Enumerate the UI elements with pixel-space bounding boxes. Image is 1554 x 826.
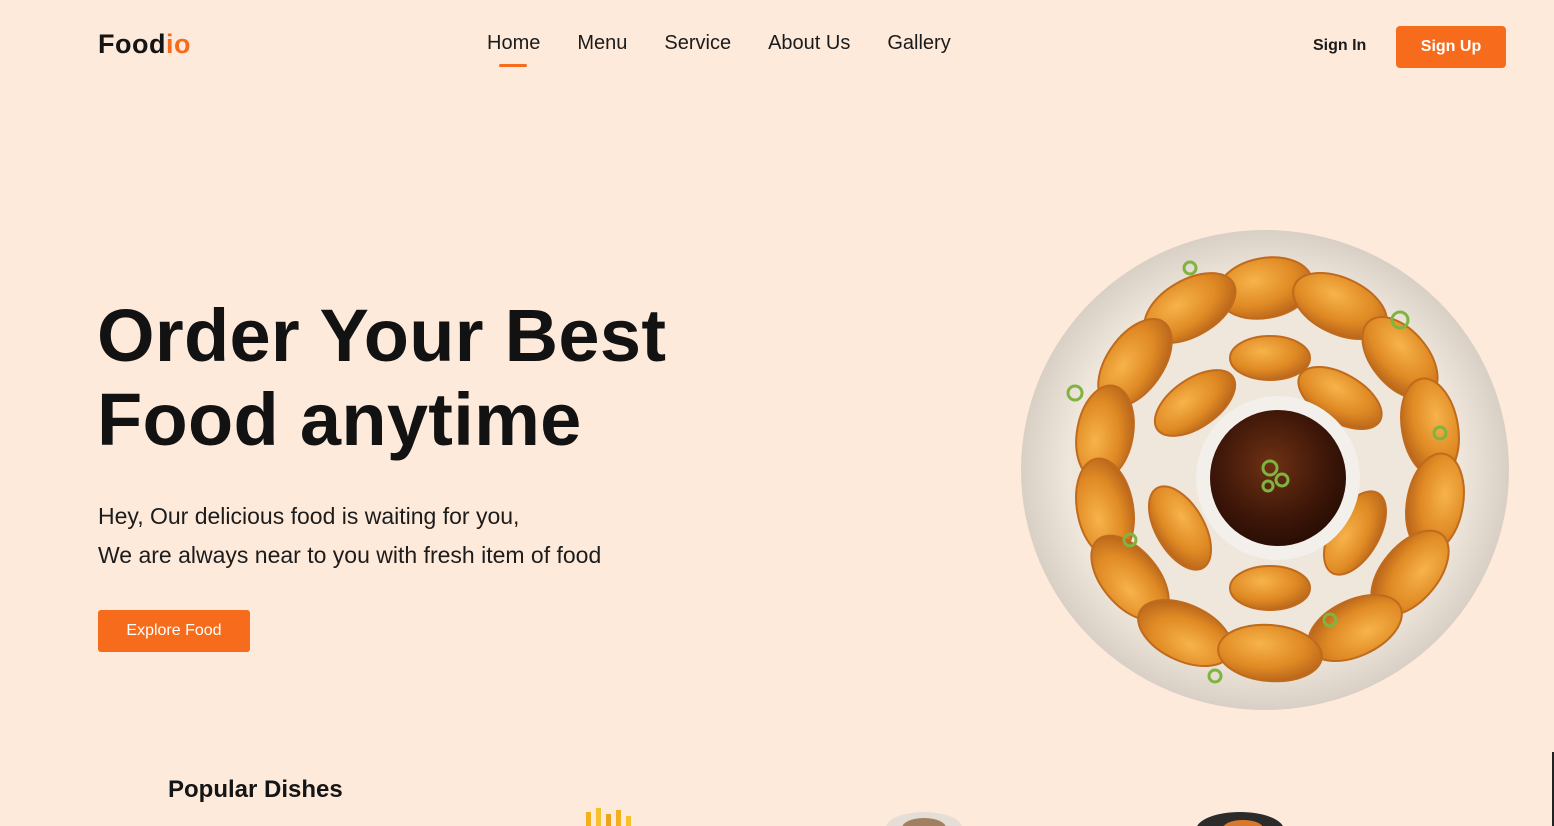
explore-food-button[interactable]: Explore Food xyxy=(98,610,250,652)
nav-item-gallery[interactable]: Gallery xyxy=(887,32,950,55)
hero-title-line-2: Food anytime xyxy=(97,378,582,461)
hero-subtitle-line-1: Hey, Our delicious food is waiting for y… xyxy=(98,503,520,529)
salad-dish-thumbnail[interactable] xyxy=(884,808,964,826)
nav-item-menu[interactable]: Menu xyxy=(577,32,627,55)
dipping-sauce xyxy=(1210,410,1346,546)
hero-title: Order Your Best Food anytime xyxy=(97,294,666,462)
hero-title-line-1: Order Your Best xyxy=(97,294,667,377)
nav-item-service[interactable]: Service xyxy=(664,32,731,55)
fried-chicken-plate-image xyxy=(1021,230,1509,710)
hero-subtitle-line-2: We are always near to you with fresh ite… xyxy=(98,542,602,568)
brand-name-accent: io xyxy=(165,29,191,59)
sign-in-link[interactable]: Sign In xyxy=(1313,37,1366,55)
sign-up-button[interactable]: Sign Up xyxy=(1396,26,1506,68)
brand-logo[interactable]: Foodio xyxy=(98,29,191,60)
fries-dish-thumbnail[interactable] xyxy=(578,808,638,826)
nav-item-about-us[interactable]: About Us xyxy=(768,32,850,55)
popular-dishes-title: Popular Dishes xyxy=(168,776,343,803)
dish-thumbnail-third[interactable] xyxy=(1195,808,1285,826)
main-nav: Home Menu Service About Us Gallery xyxy=(487,32,988,67)
hero-subtitle: Hey, Our delicious food is waiting for y… xyxy=(98,497,601,575)
nav-item-home[interactable]: Home xyxy=(487,32,540,67)
landing-page: Foodio Home Menu Service About Us Galler… xyxy=(0,0,1554,826)
brand-name-main: Food xyxy=(98,29,166,59)
